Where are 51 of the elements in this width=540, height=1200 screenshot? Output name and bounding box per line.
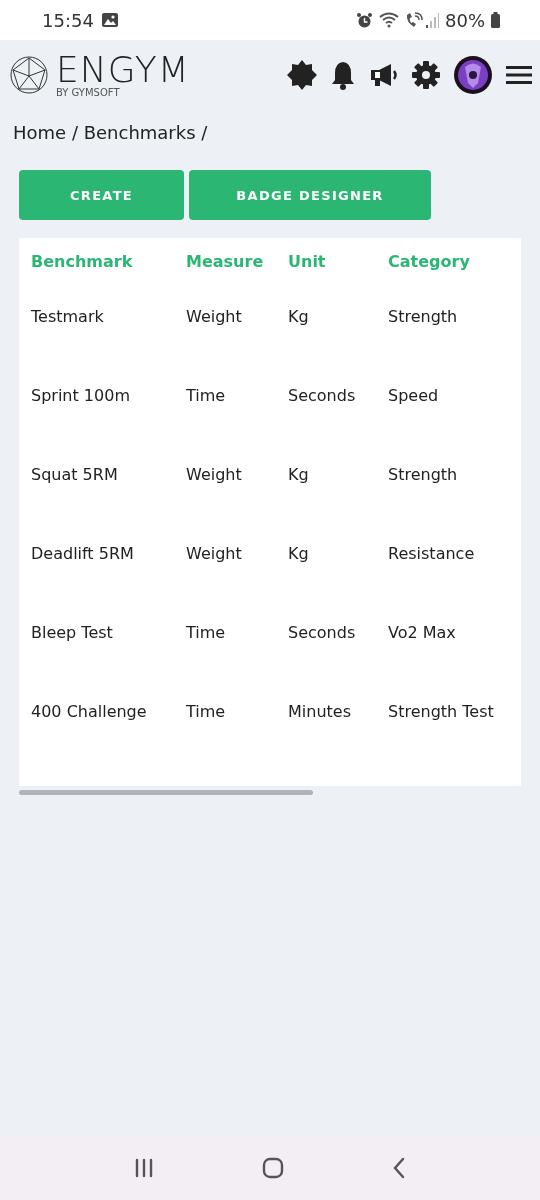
call-signal-icon <box>405 12 439 28</box>
column-header: Benchmark <box>31 251 134 271</box>
megaphone-icon[interactable] <box>369 62 399 88</box>
table-cell-text: Time <box>186 385 227 405</box>
table-cell-text: Minutes <box>288 701 352 721</box>
table-cell-text: Testmark <box>31 306 105 326</box>
back-icon[interactable] <box>392 1156 406 1179</box>
alarm-icon <box>356 11 373 29</box>
table-cell-text: Speed <box>388 385 440 405</box>
pentagon-logo-icon <box>10 56 48 94</box>
table-cell-text: Weight <box>186 306 243 326</box>
column-header: Category <box>388 251 471 271</box>
table-cell-text: Kg <box>288 464 310 484</box>
image-icon <box>101 13 118 27</box>
menu-icon[interactable] <box>506 65 532 85</box>
table-cell-text: Seconds <box>288 385 357 405</box>
avatar-icon[interactable] <box>453 55 493 95</box>
table-cell-text: Kg <box>288 306 310 326</box>
settings-icon[interactable] <box>412 61 440 89</box>
table-cell-text: Strength Test <box>388 701 495 721</box>
column-header: Measure <box>186 251 265 271</box>
table-cell-text: Time <box>186 701 227 721</box>
table-cell-text: Weight <box>186 543 243 563</box>
clock-time: 15:54 <box>42 9 94 31</box>
battery-icon <box>491 12 500 28</box>
theme-toggle-icon[interactable] <box>287 60 317 90</box>
table-cell-text: Bleep Test <box>31 622 114 642</box>
brand-tagline: BY GYMSOFT <box>56 86 121 98</box>
battery-percent: 80% <box>445 9 485 31</box>
table-cell-text: Squat 5RM <box>31 464 119 484</box>
action-button[interactable]: CREATE <box>19 170 184 220</box>
action-button[interactable]: BADGE DESIGNER <box>189 170 431 220</box>
table-cell-text: Seconds <box>288 622 357 642</box>
table-cell-text: Kg <box>288 543 310 563</box>
wifi-icon <box>379 12 399 28</box>
table-cell-text: Deadlift 5RM <box>31 543 135 563</box>
horizontal-scrollbar[interactable] <box>19 790 313 795</box>
table-cell-text: Time <box>186 622 227 642</box>
recent-apps-icon[interactable] <box>134 1157 154 1178</box>
bell-icon[interactable] <box>330 60 356 90</box>
brand-name: ENGYM <box>56 52 190 87</box>
table-cell-text: 400 Challenge <box>31 701 148 721</box>
table-cell-text: Strength <box>388 306 459 326</box>
home-icon[interactable] <box>262 1156 284 1179</box>
breadcrumb: Home / Benchmarks / <box>13 122 209 143</box>
column-header: Unit <box>288 251 327 271</box>
table-cell-text: Strength <box>388 464 459 484</box>
table-cell-text: Vo2 Max <box>388 622 457 642</box>
table-cell-text: Sprint 100m <box>31 385 131 405</box>
table-cell-text: Resistance <box>388 543 476 563</box>
table-cell-text: Weight <box>186 464 243 484</box>
